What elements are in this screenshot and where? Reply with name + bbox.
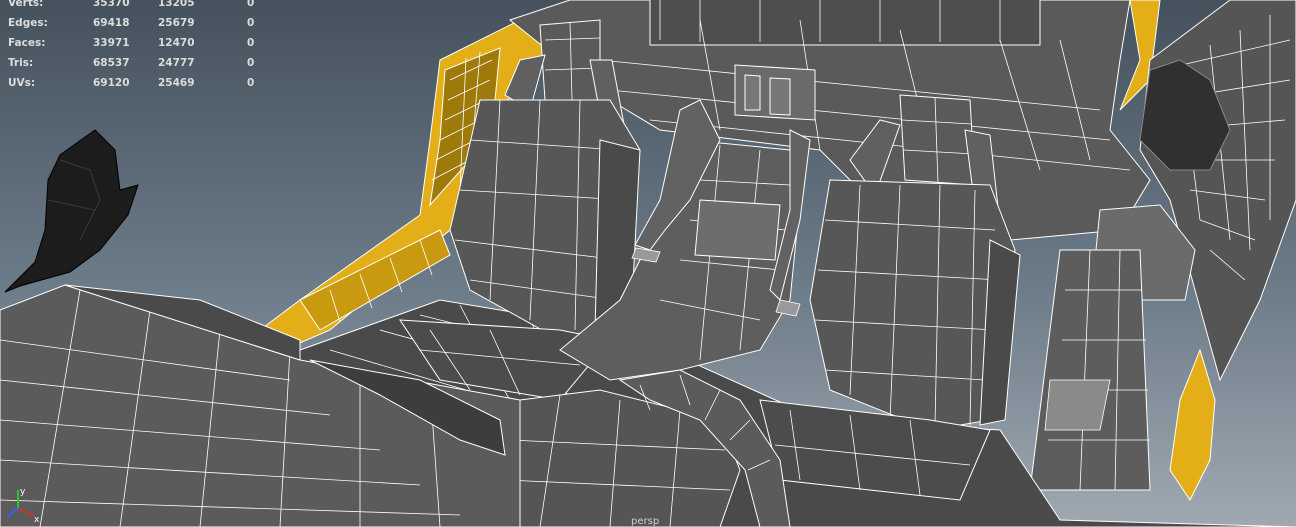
hud-value: 0 — [247, 37, 255, 49]
hud-value: 12470 — [158, 37, 195, 49]
hud-value: 69418 — [93, 17, 130, 29]
camera-label: persp — [631, 516, 660, 527]
hud-label: Verts: — [8, 0, 44, 9]
hud-label: Tris: — [8, 57, 34, 69]
hud-value: 33971 — [93, 37, 130, 49]
axis-x-label: x — [34, 515, 40, 522]
hud-value: 68537 — [93, 57, 130, 69]
maya-viewport[interactable]: Verts: 35370 13205 0 Edges: 69418 25679 … — [0, 0, 1296, 527]
hud-value: 35370 — [93, 0, 130, 9]
axis-y-label: y — [20, 487, 26, 497]
hud-value: 25679 — [158, 17, 195, 29]
axis-gizmo-icon: x y — [2, 482, 42, 522]
hud-value: 0 — [247, 0, 255, 9]
hud-value: 0 — [247, 17, 255, 29]
hud-label: UVs: — [8, 77, 36, 89]
hud-value: 0 — [247, 57, 255, 69]
hud-label: Edges: — [8, 17, 48, 29]
hud-value: 13205 — [158, 0, 195, 9]
hud-label: Faces: — [8, 37, 46, 49]
hud-value: 24777 — [158, 57, 195, 69]
hud-value: 0 — [247, 77, 255, 89]
hud-value: 25469 — [158, 77, 195, 89]
hud-value: 69120 — [93, 77, 130, 89]
